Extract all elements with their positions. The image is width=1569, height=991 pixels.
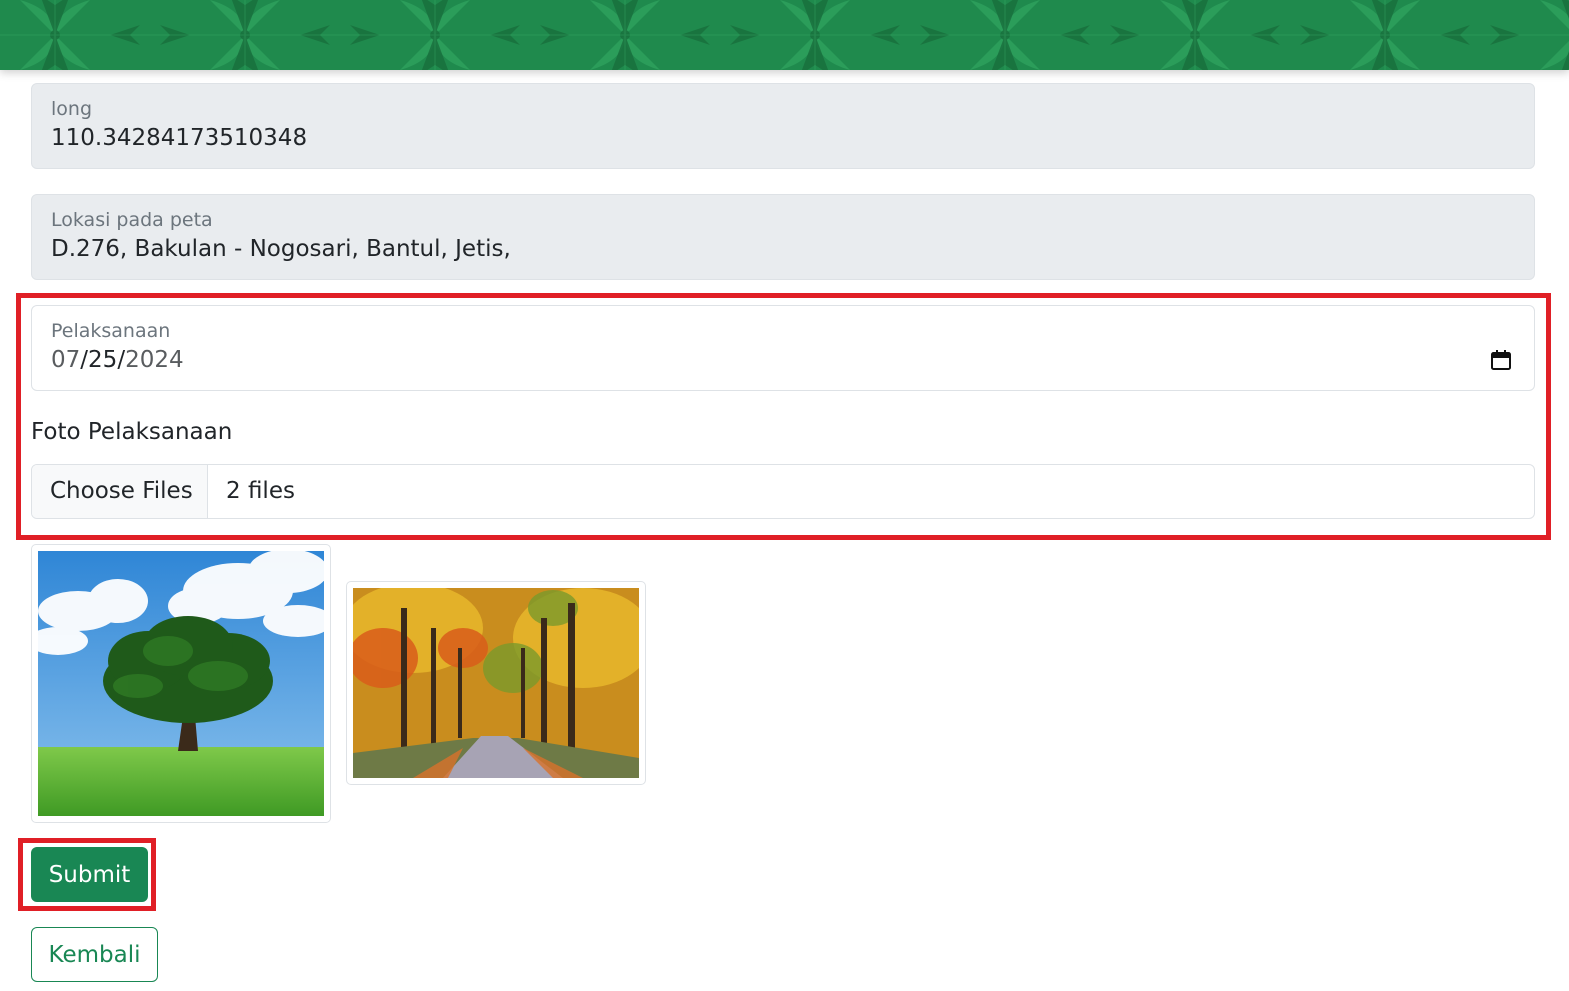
choose-files-button[interactable]: Choose Files (32, 465, 208, 518)
lokasi-field[interactable]: Lokasi pada peta D.276, Bakulan - Nogosa… (31, 194, 1535, 280)
preview-image-tree (31, 544, 331, 823)
date-separator: / (80, 347, 89, 373)
submit-button[interactable]: Submit (31, 847, 148, 902)
lokasi-value: D.276, Bakulan - Nogosari, Bantul, Jetis… (51, 236, 511, 262)
tree-photo (38, 551, 324, 816)
preview-image-autumn (346, 581, 646, 785)
date-month[interactable]: 07 (51, 347, 80, 373)
autumn-photo (353, 588, 639, 778)
calendar-icon[interactable] (1490, 349, 1512, 371)
pelaksanaan-label: Pelaksanaan (51, 320, 171, 342)
pelaksanaan-date-field[interactable]: Pelaksanaan 07/25/2024 (31, 305, 1535, 391)
date-day[interactable]: 25 (88, 347, 117, 373)
long-value: 110.34284173510348 (51, 125, 308, 151)
date-separator: / (117, 347, 126, 373)
long-field[interactable]: long 110.34284173510348 (31, 83, 1535, 169)
foto-pelaksanaan-label: Foto Pelaksanaan (31, 419, 233, 445)
batik-pattern (0, 0, 1569, 70)
foto-file-input[interactable]: Choose Files 2 files (31, 464, 1535, 519)
kembali-button[interactable]: Kembali (31, 927, 158, 982)
lokasi-label: Lokasi pada peta (51, 209, 213, 231)
pelaksanaan-date-value: 07/25/2024 (51, 347, 184, 373)
header-banner (0, 0, 1569, 70)
date-year[interactable]: 2024 (125, 347, 184, 373)
long-label: long (51, 98, 93, 120)
file-count-text: 2 files (226, 478, 295, 504)
